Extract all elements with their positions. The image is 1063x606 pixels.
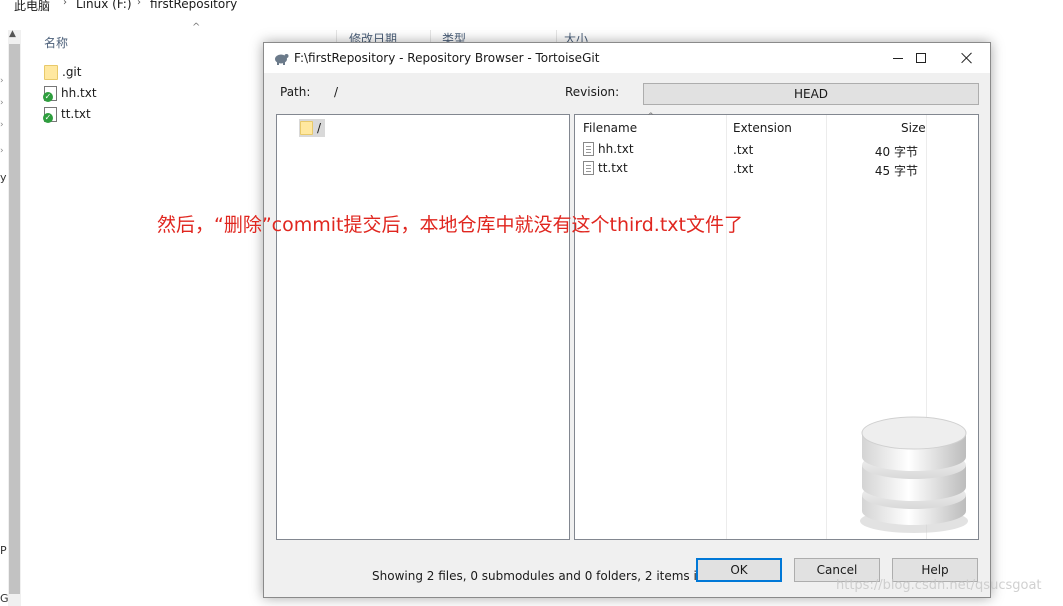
status-text: Showing 2 files, 0 submodules and 0 fold… <box>372 569 736 583</box>
database-icon <box>860 416 968 533</box>
breadcrumb-item-drive[interactable]: Linux (F:) <box>76 0 132 11</box>
sort-ascending-icon: ^ <box>192 22 201 33</box>
path-label: Path: <box>280 85 311 99</box>
repository-browser-dialog: F:\firstRepository - Repository Browser … <box>263 42 991 598</box>
tortoisegit-versioned-file-icon: ✓ <box>43 106 57 123</box>
file-size: 40 字节 <box>874 145 918 159</box>
file-name: tt.txt <box>61 107 91 121</box>
revision-button[interactable]: HEAD <box>643 83 979 105</box>
table-row[interactable]: tt.txt .txt 45 字节 <box>575 160 978 179</box>
revision-label: Revision: <box>565 85 620 99</box>
column-header-size[interactable]: Size <box>901 121 926 135</box>
close-button[interactable] <box>944 43 990 73</box>
file-name: tt.txt <box>598 161 628 175</box>
maximize-icon <box>916 53 926 63</box>
list-item[interactable]: ✓ tt.txt <box>43 104 91 124</box>
ok-button[interactable]: OK <box>696 558 782 582</box>
file-extension: .txt <box>733 143 754 157</box>
nav-item-fragment: P <box>0 544 7 557</box>
file-name: hh.txt <box>61 86 97 100</box>
column-header-extension[interactable]: Extension <box>733 121 792 135</box>
breadcrumb-item-this-pc[interactable]: 此电脑 <box>14 0 50 14</box>
text-file-icon <box>583 161 594 175</box>
folder-icon <box>300 121 313 135</box>
annotation-text: 然后，“删除”commit提交后，本地仓库中就没有这个third.txt文件了 <box>157 214 743 236</box>
tree-node-root[interactable]: / <box>299 119 326 137</box>
path-value: / <box>334 85 339 99</box>
breadcrumb-item-folder[interactable]: firstRepository <box>150 0 237 11</box>
window-title: F:\firstRepository - Repository Browser … <box>294 51 600 65</box>
folder-icon <box>44 64 58 80</box>
list-item[interactable]: .git <box>44 62 81 82</box>
title-bar[interactable]: F:\firstRepository - Repository Browser … <box>264 43 990 73</box>
tortoisegit-versioned-file-icon: ✓ <box>43 85 57 102</box>
nav-item-fragment: y <box>0 171 7 184</box>
scroll-up-icon[interactable]: ▲ <box>9 29 16 39</box>
maximize-button[interactable] <box>898 43 944 73</box>
list-item[interactable]: ✓ hh.txt <box>43 83 97 103</box>
watermark: https://blog.csdn.net/qsucsgoat <box>836 578 1042 593</box>
expand-arrow-icon[interactable]: › <box>0 76 4 86</box>
column-header-name[interactable]: 名称 <box>44 34 68 51</box>
tree-node-label: / <box>317 121 322 135</box>
table-row[interactable]: hh.txt .txt 40 字节 <box>575 141 978 160</box>
file-name: hh.txt <box>598 142 634 156</box>
chevron-right-icon[interactable]: › <box>137 0 141 8</box>
column-header-filename[interactable]: Filename <box>583 121 637 135</box>
repository-tree[interactable]: / <box>276 114 570 540</box>
scrollbar-thumb[interactable] <box>9 44 20 594</box>
tortoisegit-icon <box>275 54 289 65</box>
file-size: 45 字节 <box>874 164 918 178</box>
file-name: .git <box>62 65 82 79</box>
file-extension: .txt <box>733 162 754 176</box>
sort-ascending-icon: ^ <box>647 112 655 122</box>
close-icon <box>961 52 973 64</box>
expand-arrow-icon[interactable]: › <box>0 120 4 130</box>
breadcrumb: 此电脑 › Linux (F:) › firstRepository <box>0 0 300 14</box>
text-file-icon <box>583 142 594 156</box>
expand-arrow-icon[interactable]: › <box>0 98 4 108</box>
chevron-right-icon[interactable]: › <box>63 0 67 8</box>
nav-scrollbar[interactable]: ▲ <box>8 29 21 606</box>
expand-arrow-icon[interactable]: › <box>0 146 4 156</box>
